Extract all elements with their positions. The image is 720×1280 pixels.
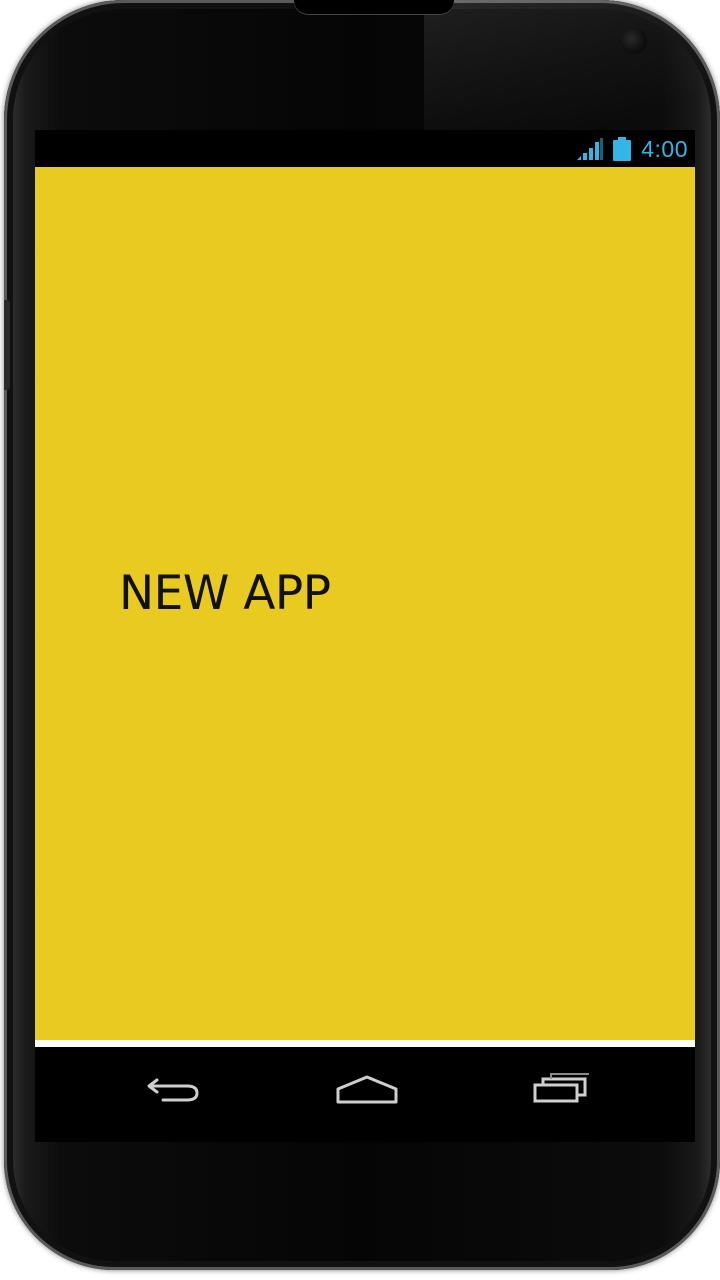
side-button[interactable] <box>4 300 10 390</box>
back-button[interactable] <box>134 1065 214 1111</box>
back-icon <box>147 1078 199 1102</box>
app-title: NEW APP <box>119 566 331 621</box>
status-icons: 4:00 <box>577 135 688 163</box>
signal-icon <box>577 138 604 160</box>
battery-icon <box>613 137 632 161</box>
front-camera <box>621 28 647 54</box>
status-clock: 4:00 <box>641 136 688 162</box>
recents-button[interactable] <box>522 1065 602 1111</box>
recents-icon <box>533 1073 589 1103</box>
screen-bottom-strip <box>35 1040 695 1047</box>
phone-screen: 4:00 NEW APP <box>35 130 695 1047</box>
earpiece-speaker <box>294 0 454 14</box>
app-content: NEW APP <box>35 167 695 1040</box>
home-icon <box>336 1075 398 1104</box>
home-button[interactable] <box>327 1065 407 1111</box>
navigation-bar <box>35 1047 695 1142</box>
status-bar: 4:00 <box>35 130 695 167</box>
